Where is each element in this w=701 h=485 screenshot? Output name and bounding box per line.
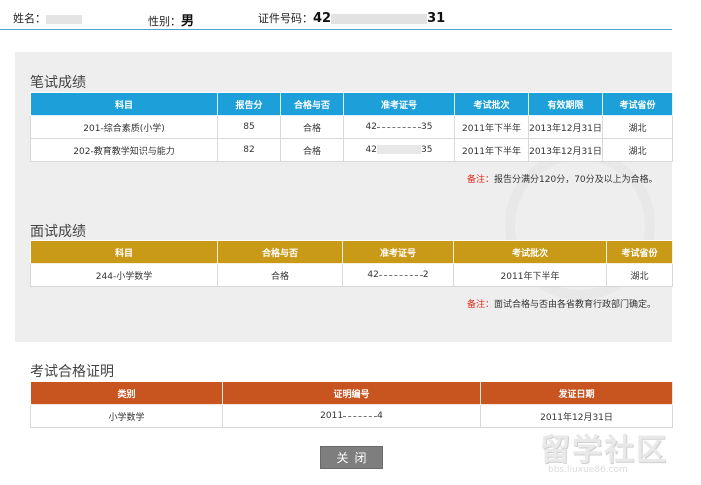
subject-cell: 202-教育教学知识与能力 [30,138,218,162]
column-header: 合格与否 [280,92,344,116]
interview-note: 备注：面试合格与否由各省教育行政部门确定。 [467,297,656,310]
note-label: 备注： [467,175,495,185]
gender-value: 男 [181,14,195,29]
gender-field: 性别：男 [148,10,194,29]
pass-cell: 合格 [280,115,344,139]
table-row: 201-综合素质(小学) 85 合格 42 35 2011年下半年 2013年12… [30,115,673,139]
validity-cell: 2013年12月31日 [528,115,603,139]
name-label: 姓名： [13,12,46,25]
province-cell: 湖北 [606,263,673,287]
id-redacted [331,14,428,24]
written-section-title: 笔试成绩 [30,75,86,91]
ticket-cell: 42 35 [343,138,455,162]
batch-cell: 2011年下半年 [453,263,607,287]
column-header: 考试省份 [602,92,673,116]
certificate-table: 类别 证明编号 发证日期 小学数学 2011 4 2011年12月31日 [30,381,673,428]
ticket-suffix: 2 [422,270,429,280]
table-row: 202-教育教学知识与能力 82 合格 42 35 2011年下半年 2013年1… [30,138,673,162]
column-header: 合格与否 [217,240,343,264]
column-header: 科目 [30,240,218,264]
note-text: 面试合格与否由各省教育行政部门确定。 [494,300,657,310]
ticket-redacted [377,145,421,154]
province-cell: 湖北 [602,115,673,139]
ticket-suffix: 35 [421,145,433,155]
note-label: 备注： [467,300,495,310]
name-field: 姓名： [13,10,82,26]
cert-number-suffix: 4 [377,411,383,421]
candidate-info-bar: 姓名： 性别：男 证件号码：42 31 [0,0,701,30]
column-header: 考试批次 [453,240,607,264]
province-cell: 湖北 [602,138,673,162]
pass-cell: 合格 [280,138,344,162]
column-header: 类别 [30,381,223,405]
watermark-text: 留学社区 [540,433,668,468]
ticket-prefix: 42 [365,145,377,155]
gender-label: 性别： [148,15,181,28]
cert-number-redacted [343,414,378,417]
watermark-url: bbs.liuxue86.com [548,465,628,475]
certificate-section-title: 考试合格证明 [30,364,114,380]
column-header: 报告分 [217,92,281,116]
column-header: 考试批次 [454,92,529,116]
interview-scores-table: 科目 合格与否 准考证号 考试批次 考试省份 244-小学数学 合格 42 2 2… [30,240,673,287]
table-header-row: 类别 证明编号 发证日期 [30,381,673,405]
ticket-redacted [377,125,421,128]
category-cell: 小学数学 [30,404,223,428]
subject-cell: 244-小学数学 [30,263,218,287]
header-divider [0,29,672,30]
cert-number-cell: 2011 4 [222,404,481,428]
table-row: 244-小学数学 合格 42 2 2011年下半年 湖北 [30,263,673,287]
batch-cell: 2011年下半年 [454,138,529,162]
ticket-cell: 42 35 [343,115,455,139]
score-cell: 85 [217,115,281,139]
column-header: 发证日期 [480,381,673,405]
table-header-row: 科目 报告分 合格与否 准考证号 考试批次 有效期限 考试省份 [30,92,673,116]
column-header: 准考证号 [343,92,455,116]
id-value: 42 [313,11,332,26]
subject-cell: 201-综合素质(小学) [30,115,218,139]
table-header-row: 科目 合格与否 准考证号 考试批次 考试省份 [30,240,673,264]
ticket-redacted [378,273,423,276]
column-header: 考试省份 [606,240,673,264]
interview-section-title: 面试成绩 [30,224,86,240]
id-field: 证件号码：42 31 [258,10,445,26]
column-header: 准考证号 [342,240,454,264]
close-button[interactable]: 关闭 [320,446,383,469]
ticket-cell: 42 2 [342,263,454,287]
ticket-suffix: 35 [421,122,433,132]
id-suffix: 31 [427,11,446,26]
note-text: 报告分满分120分，70分及以上为合格。 [494,175,658,185]
cert-number-prefix: 2011 [320,411,344,421]
validity-cell: 2013年12月31日 [528,138,603,162]
site-watermark: 留学社区 bbs.liuxue86.com [540,425,700,485]
column-header: 有效期限 [528,92,603,116]
column-header: 科目 [30,92,218,116]
name-redacted [46,14,82,24]
ticket-prefix: 42 [365,122,377,132]
score-cell: 82 [217,138,281,162]
batch-cell: 2011年下半年 [454,115,529,139]
pass-cell: 合格 [217,263,343,287]
ticket-prefix: 42 [367,270,379,280]
written-note: 备注：报告分满分120分，70分及以上为合格。 [467,172,658,185]
column-header: 证明编号 [222,381,481,405]
id-label: 证件号码： [258,12,313,25]
written-scores-table: 科目 报告分 合格与否 准考证号 考试批次 有效期限 考试省份 201-综合素质… [30,92,673,162]
